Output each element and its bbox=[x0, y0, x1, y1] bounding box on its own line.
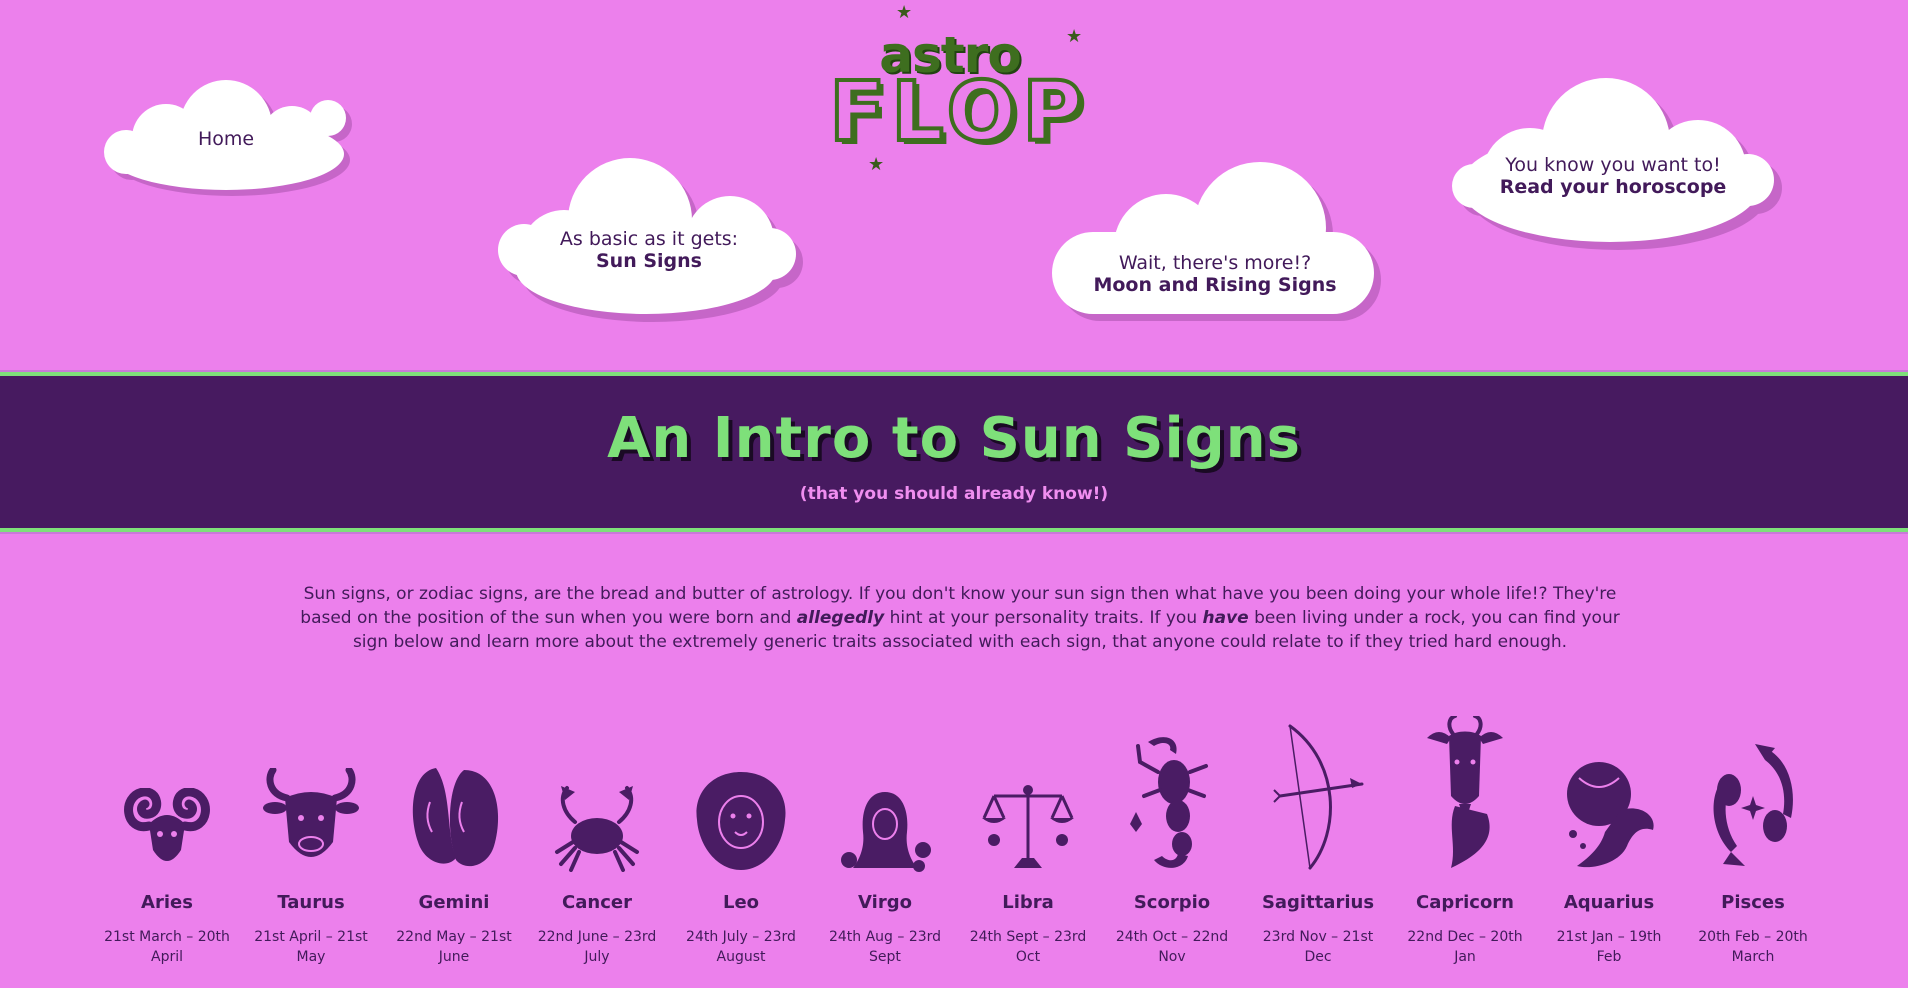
water-bearer-icon bbox=[1567, 762, 1654, 868]
bull-icon bbox=[263, 768, 359, 857]
sign-card-gemini[interactable]: Gemini 22nd May – 21st June bbox=[389, 700, 519, 967]
intro-paragraph: Sun signs, or zodiac signs, are the brea… bbox=[288, 582, 1632, 654]
sign-name: Scorpio bbox=[1133, 892, 1211, 913]
sign-dates: 24th Oct – 22nd Nov bbox=[1115, 929, 1229, 965]
sign-dates: 24th Sept – 23rd Oct bbox=[969, 929, 1087, 965]
sign-name: Capricorn bbox=[1415, 892, 1514, 913]
sign-card-taurus[interactable]: Taurus 21st April – 21st May bbox=[246, 700, 376, 967]
nav-horoscope-cloud[interactable]: You know you want to! Read your horoscop… bbox=[1448, 76, 1782, 272]
crab-icon bbox=[555, 786, 639, 872]
star-icon: ★ bbox=[1066, 26, 1083, 47]
bow-arrow-icon bbox=[1273, 724, 1364, 870]
sign-name: Taurus bbox=[277, 892, 345, 913]
nav-moon-rising-tagline: Wait, there's more!? bbox=[1118, 252, 1312, 274]
sign-dates: 20th Feb – 20th March bbox=[1698, 929, 1808, 965]
sign-dates: 21st April – 21st May bbox=[254, 929, 368, 965]
sign-card-sagittarius[interactable]: Sagittarius 23rd Nov – 21st Dec bbox=[1253, 700, 1383, 967]
twins-icon bbox=[412, 768, 499, 867]
sign-card-libra[interactable]: Libra 24th Sept – 23rd Oct bbox=[963, 700, 1093, 967]
nav-sun-signs-cloud[interactable]: As basic as it gets: Sun Signs bbox=[494, 150, 804, 334]
sign-card-leo[interactable]: Leo 24th July – 23rd August bbox=[676, 700, 806, 967]
scales-icon bbox=[982, 785, 1074, 868]
nav-horoscope-tagline: You know you want to! bbox=[1505, 154, 1721, 176]
sign-name: Cancer bbox=[562, 892, 632, 913]
sign-card-pisces[interactable]: Pisces 20th Feb – 20th March bbox=[1688, 700, 1818, 967]
sign-name: Sagittarius bbox=[1261, 892, 1375, 913]
sign-name: Aquarius bbox=[1563, 892, 1655, 913]
zodiac-signs-grid: Aries 21st March – 20th April Taurus 21s… bbox=[0, 700, 1908, 988]
nav-home-cloud[interactable]: Home bbox=[96, 74, 356, 206]
sign-name: Pisces bbox=[1721, 892, 1785, 913]
page-title: An Intro to Sun Signs bbox=[607, 406, 1301, 471]
goat-icon bbox=[1427, 716, 1503, 868]
ram-icon bbox=[124, 788, 210, 861]
maiden-icon bbox=[841, 792, 931, 872]
sign-dates: 24th July – 23rd August bbox=[686, 929, 796, 965]
intro-emphasis-allegedly: allegedly bbox=[796, 608, 885, 628]
sign-name: Leo bbox=[722, 892, 760, 913]
sign-card-cancer[interactable]: Cancer 22nd June – 23rd July bbox=[532, 700, 662, 967]
sign-card-aries[interactable]: Aries 21st March – 20th April bbox=[102, 700, 232, 967]
nav-horoscope-label: Read your horoscope bbox=[1499, 176, 1727, 198]
sign-name: Virgo bbox=[858, 892, 912, 913]
sign-dates: 21st Jan – 19th Feb bbox=[1556, 929, 1662, 965]
intro-banner: An Intro to Sun Signs (that you should a… bbox=[0, 372, 1908, 532]
sign-name: Gemini bbox=[418, 892, 490, 913]
page-subtitle: (that you should already know!) bbox=[799, 484, 1109, 504]
scorpion-icon bbox=[1130, 737, 1208, 868]
nav-moon-rising-label: Moon and Rising Signs bbox=[1093, 274, 1337, 296]
lion-icon bbox=[696, 772, 786, 870]
sign-card-virgo[interactable]: Virgo 24th Aug – 23rd Sept bbox=[820, 700, 950, 967]
sign-dates: 22nd June – 23rd July bbox=[537, 929, 657, 965]
sign-dates: 21st March – 20th April bbox=[104, 929, 230, 965]
intro-emphasis-have: have bbox=[1202, 608, 1249, 628]
intro-text-2: hint at your personality traits. If you bbox=[884, 608, 1203, 628]
sign-name: Aries bbox=[141, 892, 193, 913]
sign-dates: 22nd May – 21st June bbox=[396, 929, 512, 965]
sign-card-scorpio[interactable]: Scorpio 24th Oct – 22nd Nov bbox=[1107, 700, 1237, 967]
star-icon: ★ bbox=[896, 2, 913, 23]
nav-home-label: Home bbox=[197, 128, 255, 150]
sign-name: Libra bbox=[1002, 892, 1054, 913]
sign-dates: 22nd Dec – 20th Jan bbox=[1407, 929, 1523, 965]
logo[interactable]: ★ ★ ★ astro FLOP bbox=[820, 2, 1100, 174]
nav-moon-rising-cloud[interactable]: Wait, there's more!? Moon and Rising Sig… bbox=[1050, 160, 1381, 328]
fish-icon bbox=[1713, 744, 1793, 866]
cloud-icon bbox=[1052, 162, 1381, 321]
nav-sun-signs-label: Sun Signs bbox=[596, 250, 702, 272]
sign-card-capricorn[interactable]: Capricorn 22nd Dec – 20th Jan bbox=[1400, 700, 1530, 967]
logo-bottom-text: FLOP bbox=[827, 65, 1089, 160]
sign-dates: 23rd Nov – 21st Dec bbox=[1262, 929, 1374, 965]
sign-dates: 24th Aug – 23rd Sept bbox=[828, 929, 942, 965]
nav-sun-signs-tagline: As basic as it gets: bbox=[559, 228, 739, 250]
sign-card-aquarius[interactable]: Aquarius 21st Jan – 19th Feb bbox=[1544, 700, 1674, 967]
